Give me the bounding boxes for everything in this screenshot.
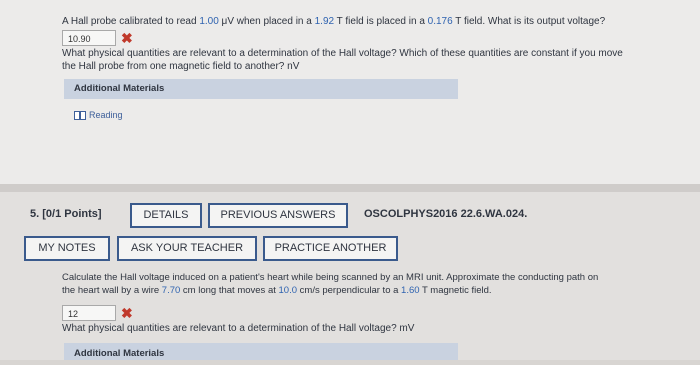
x-mark-icon: ✖ bbox=[121, 305, 133, 321]
q5-additional-materials[interactable]: Additional Materials bbox=[64, 343, 458, 360]
book-icon bbox=[74, 110, 86, 120]
reading-label: Reading bbox=[89, 110, 123, 120]
q5-feedback: What physical quantities are relevant to… bbox=[62, 323, 415, 334]
q5-points: [0/1 Points] bbox=[42, 208, 102, 220]
q4-answer-input[interactable]: 10.90 bbox=[62, 30, 116, 46]
q5-answer-input[interactable]: 12 bbox=[62, 305, 116, 321]
q5-header: 5. [0/1 Points] bbox=[30, 208, 102, 220]
q5-number: 5. bbox=[30, 208, 40, 220]
details-button[interactable]: DETAILS bbox=[130, 203, 202, 228]
q4-prompt: A Hall probe calibrated to read 1.00 μV … bbox=[62, 16, 606, 27]
question-code: OSCOLPHYS2016 22.6.WA.024. bbox=[364, 208, 528, 220]
q5-prompt: Calculate the Hall voltage induced on a … bbox=[62, 272, 599, 296]
previous-answers-button[interactable]: PREVIOUS ANSWERS bbox=[208, 203, 348, 228]
q4-additional-materials[interactable]: Additional Materials bbox=[64, 79, 458, 99]
q4-reading-link[interactable]: Reading bbox=[74, 110, 123, 120]
q4-feedback: What physical quantities are relevant to… bbox=[62, 48, 623, 72]
ask-teacher-button[interactable]: ASK YOUR TEACHER bbox=[117, 236, 257, 261]
my-notes-button[interactable]: MY NOTES bbox=[24, 236, 110, 261]
practice-another-button[interactable]: PRACTICE ANOTHER bbox=[263, 236, 398, 261]
section-divider bbox=[0, 184, 700, 192]
x-mark-icon: ✖ bbox=[121, 30, 133, 46]
